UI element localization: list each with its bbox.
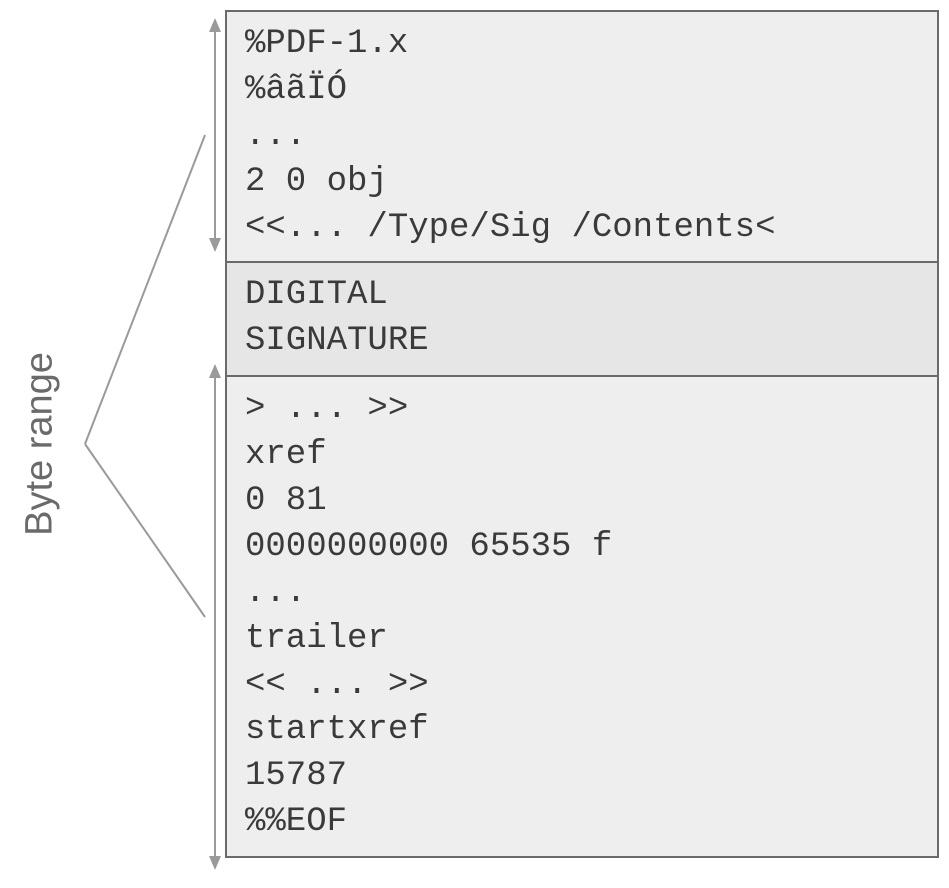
- pdf-xref-trailer-section: > ... >> xref 0 81 0000000000 65535 f ..…: [227, 377, 937, 856]
- byte-range-bracket: [75, 10, 225, 878]
- pdf-header-body-section: %PDF-1.x %âãÏÓ ... 2 0 obj <<... /Type/S…: [227, 12, 937, 261]
- digital-signature-section: DIGITAL SIGNATURE: [227, 261, 937, 377]
- pdf-structure-box: %PDF-1.x %âãÏÓ ... 2 0 obj <<... /Type/S…: [225, 10, 939, 858]
- byte-range-label: Byte range: [19, 352, 62, 536]
